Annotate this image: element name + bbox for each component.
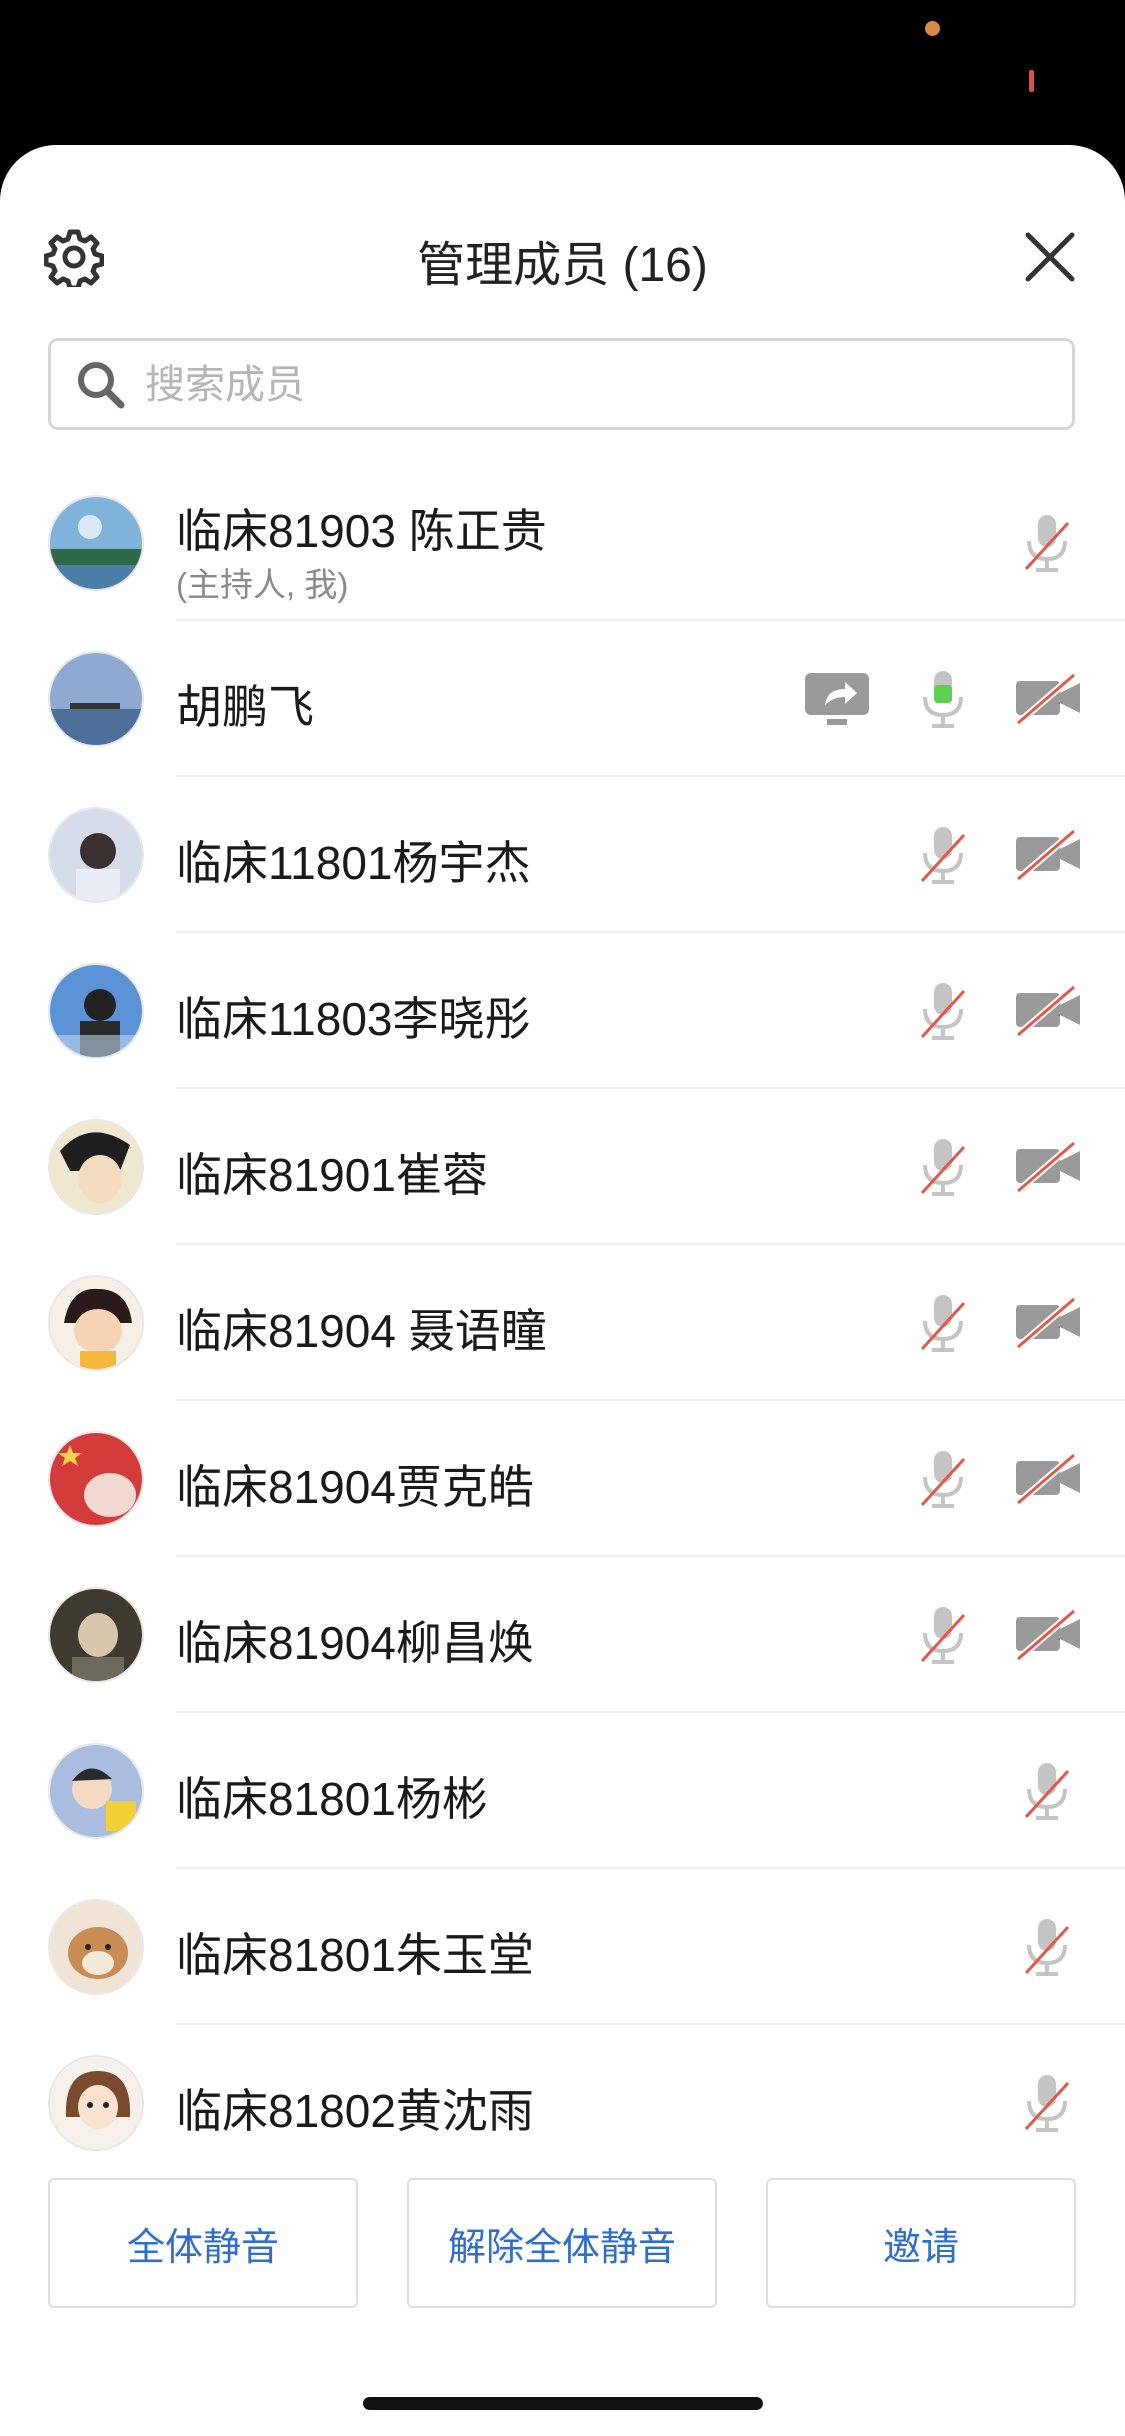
- member-name: 胡鹏飞: [176, 681, 314, 733]
- list-item[interactable]: 临床81801杨彬: [0, 1713, 1125, 1869]
- page-title: 管理成员 (16): [417, 239, 708, 292]
- mute-all-button[interactable]: 全体静音: [48, 2178, 358, 2308]
- list-item[interactable]: 临床81802黄沈雨: [0, 2025, 1125, 2181]
- member-name: 临床81904贾克皓: [176, 1461, 534, 1513]
- member-name: 临床81801朱玉堂: [176, 1929, 534, 1981]
- member-name: 临床81802黄沈雨: [176, 2085, 534, 2137]
- camera-off-icon[interactable]: [1014, 821, 1082, 887]
- member-name: 临床81903 陈正贵: [176, 505, 547, 557]
- avatar: [48, 963, 144, 1059]
- status-bar: [0, 0, 1125, 145]
- member-name: 临床11801杨宇杰: [176, 837, 531, 889]
- avatar: [48, 495, 144, 591]
- privacy-indicator-dot: [925, 21, 940, 36]
- member-name: 临床11803李晓彤: [176, 993, 531, 1045]
- list-item[interactable]: 临床81801朱玉堂: [0, 1869, 1125, 2025]
- mic-muted-icon[interactable]: [1014, 1757, 1080, 1823]
- member-list: 临床81903 陈正贵 (主持人, 我) 胡鹏飞 临床11801杨宇杰 临床11…: [0, 465, 1125, 2181]
- mic-muted-icon[interactable]: [910, 977, 976, 1043]
- unmute-all-button[interactable]: 解除全体静音: [407, 2178, 717, 2308]
- mic-muted-icon[interactable]: [910, 1133, 976, 1199]
- mic-muted-icon[interactable]: [910, 821, 976, 887]
- avatar: [48, 1899, 144, 1995]
- search-input[interactable]: [143, 341, 1047, 429]
- camera-off-icon[interactable]: [1014, 1445, 1082, 1511]
- mic-muted-icon[interactable]: [910, 1601, 976, 1667]
- member-name: 临床81904柳昌焕: [176, 1617, 534, 1669]
- action-bar: 全体静音 解除全体静音 邀请: [0, 2170, 1125, 2310]
- list-item[interactable]: 临床81901崔蓉: [0, 1089, 1125, 1245]
- list-item[interactable]: 临床81903 陈正贵 (主持人, 我): [0, 465, 1125, 621]
- avatar: [48, 1275, 144, 1371]
- camera-off-icon[interactable]: [1014, 665, 1082, 731]
- avatar: [48, 1587, 144, 1683]
- mic-muted-icon[interactable]: [910, 1289, 976, 1355]
- list-item[interactable]: 临床81904贾克皓: [0, 1401, 1125, 1557]
- screen-share-icon[interactable]: [803, 665, 871, 731]
- search-icon: [75, 359, 127, 411]
- avatar: [48, 651, 144, 747]
- avatar: [48, 2055, 144, 2151]
- avatar: [48, 1743, 144, 1839]
- search-box[interactable]: [48, 338, 1075, 430]
- camera-off-icon[interactable]: [1014, 1289, 1082, 1355]
- mic-muted-icon[interactable]: [1014, 509, 1080, 575]
- member-name: 临床81901崔蓉: [176, 1149, 488, 1201]
- mic-muted-icon[interactable]: [1014, 2069, 1080, 2135]
- recording-indicator: [1029, 70, 1034, 92]
- mic-active-icon[interactable]: [910, 665, 976, 731]
- list-item[interactable]: 临床11801杨宇杰: [0, 777, 1125, 933]
- avatar: [48, 807, 144, 903]
- list-item[interactable]: 临床81904 聂语瞳: [0, 1245, 1125, 1401]
- camera-off-icon[interactable]: [1014, 977, 1082, 1043]
- camera-off-icon[interactable]: [1014, 1601, 1082, 1667]
- list-item[interactable]: 临床11803李晓彤: [0, 933, 1125, 1089]
- invite-button[interactable]: 邀请: [766, 2178, 1076, 2308]
- close-icon[interactable]: [1020, 227, 1080, 287]
- member-name: 临床81904 聂语瞳: [176, 1305, 547, 1357]
- camera-off-icon[interactable]: [1014, 1133, 1082, 1199]
- avatar: [48, 1431, 144, 1527]
- mic-muted-icon[interactable]: [1014, 1913, 1080, 1979]
- list-item[interactable]: 临床81904柳昌焕: [0, 1557, 1125, 1713]
- sheet-header: 管理成员 (16): [0, 145, 1125, 370]
- member-role: (主持人, 我): [176, 566, 349, 603]
- home-indicator[interactable]: [363, 2397, 763, 2410]
- member-name: 临床81801杨彬: [176, 1773, 488, 1825]
- mic-muted-icon[interactable]: [910, 1445, 976, 1511]
- avatar: [48, 1119, 144, 1215]
- manage-members-sheet: 管理成员 (16) 临床81903 陈正贵 (主持人, 我): [0, 145, 1125, 2436]
- list-item[interactable]: 胡鹏飞: [0, 621, 1125, 777]
